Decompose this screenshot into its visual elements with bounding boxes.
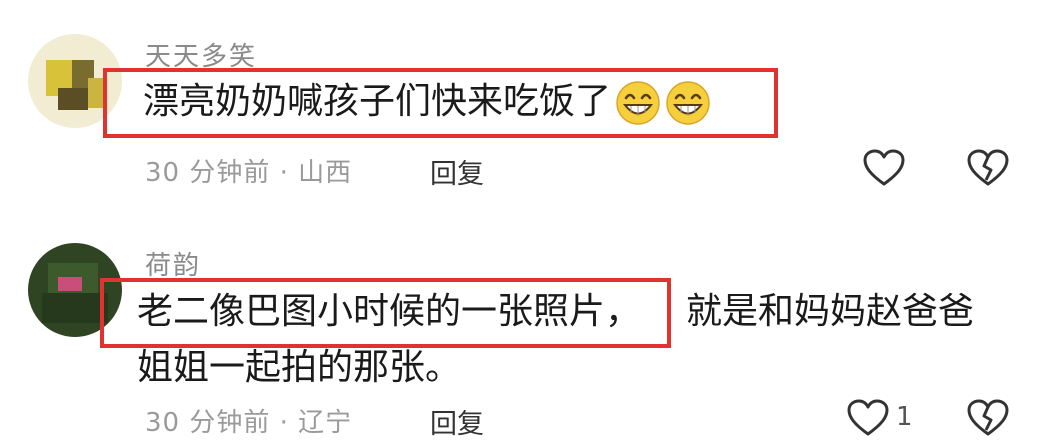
location: 辽宁 — [298, 408, 353, 438]
comment-meta: 30 分钟前 · 山西 — [145, 152, 352, 189]
grinning-face-emoji-icon — [666, 81, 710, 125]
username[interactable]: 荷韵 — [145, 245, 201, 282]
comment-text-continued: 就是和妈妈赵爸爸 — [686, 291, 975, 332]
meta-separator: · — [279, 408, 289, 438]
timestamp: 30 分钟前 — [145, 158, 271, 188]
comment-text: 漂亮奶奶喊孩子们快来吃饭了 — [143, 80, 711, 126]
heart-icon[interactable] — [846, 398, 890, 438]
reply-button[interactable]: 回复 — [430, 152, 484, 191]
location: 山西 — [298, 158, 353, 188]
comment-text-line2: 姐姐一起拍的那张。 — [137, 347, 462, 388]
timestamp: 30 分钟前 — [145, 408, 271, 438]
grinning-face-emoji-icon — [616, 81, 660, 125]
comment-text-body: 漂亮奶奶喊孩子们快来吃饭了 — [143, 81, 612, 122]
meta-separator: · — [279, 158, 289, 188]
heart-icon[interactable] — [862, 148, 906, 188]
broken-heart-icon[interactable] — [966, 148, 1010, 188]
broken-heart-icon[interactable] — [966, 398, 1010, 438]
comment-meta: 30 分钟前 · 辽宁 — [145, 402, 352, 439]
like-count: 1 — [896, 402, 913, 432]
comment-text-highlighted: 老二像巴图小时候的一张照片， — [137, 291, 642, 332]
reply-button[interactable]: 回复 — [430, 402, 484, 441]
